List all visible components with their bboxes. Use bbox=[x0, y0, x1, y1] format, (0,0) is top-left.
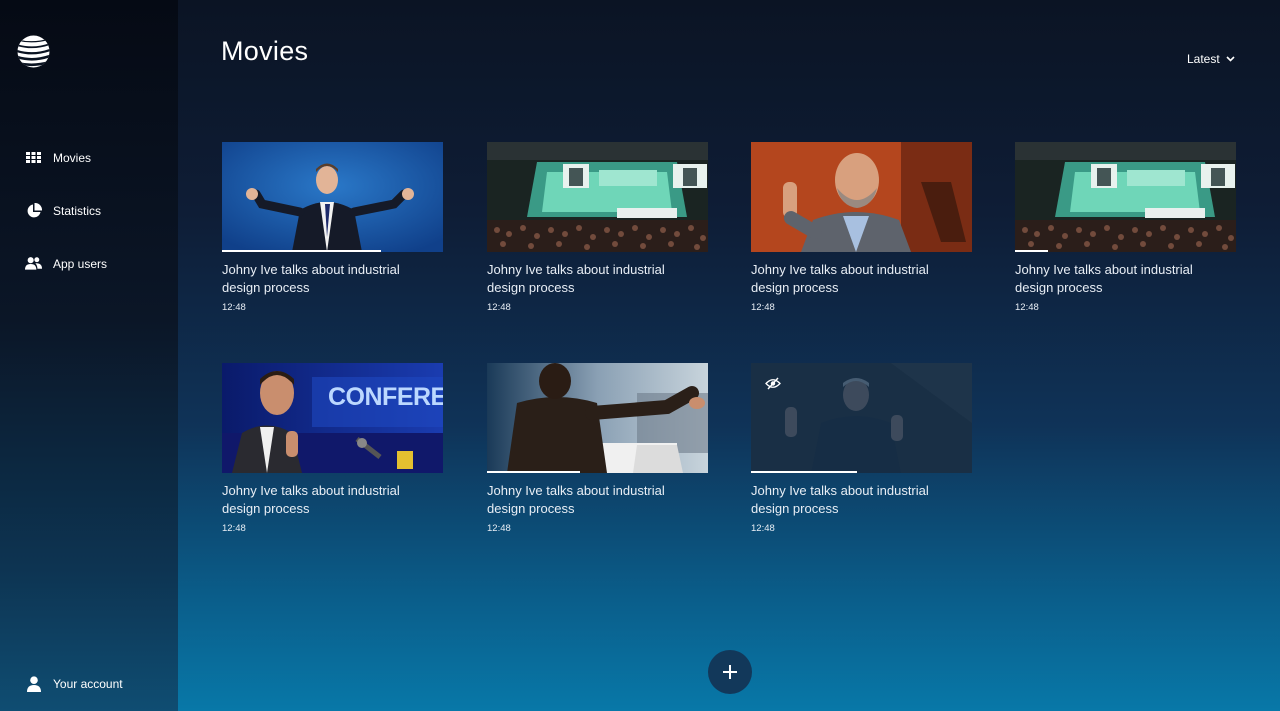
movie-duration: 12:48 bbox=[222, 523, 246, 534]
movie-title[interactable]: Johny Ive talks about industrial design … bbox=[751, 482, 956, 518]
sidebar-item-label: Statistics bbox=[53, 203, 102, 218]
movie-title[interactable]: Johny Ive talks about industrial design … bbox=[487, 261, 692, 297]
user-icon bbox=[25, 675, 42, 692]
page-title: Movies bbox=[221, 36, 309, 66]
sidebar-item-app-users[interactable]: App users bbox=[25, 255, 107, 272]
sort-label: Latest bbox=[1187, 52, 1220, 66]
your-account-link[interactable]: Your account bbox=[25, 675, 123, 692]
thumbnail-text-conference: CONFERENCE bbox=[328, 383, 443, 411]
add-movie-button[interactable] bbox=[708, 650, 752, 694]
movie-title[interactable]: Johny Ive talks about industrial design … bbox=[222, 482, 427, 518]
movie-thumbnail[interactable] bbox=[222, 142, 443, 252]
chevron-down-icon bbox=[1226, 56, 1235, 62]
watch-progress-bar bbox=[751, 471, 858, 473]
sidebar-item-label: Movies bbox=[53, 150, 92, 165]
movie-card[interactable]: Johny Ive talks about industrial design … bbox=[222, 142, 443, 313]
sidebar-item-statistics[interactable]: Statistics bbox=[25, 202, 101, 219]
movie-duration: 12:48 bbox=[487, 302, 511, 313]
movie-card[interactable]: Johny Ive talks about industrial design … bbox=[1015, 142, 1236, 313]
grid-icon bbox=[25, 149, 42, 166]
movie-thumbnail[interactable] bbox=[487, 142, 708, 252]
movie-title[interactable]: Johny Ive talks about industrial design … bbox=[487, 482, 692, 518]
movie-title[interactable]: Johny Ive talks about industrial design … bbox=[751, 261, 956, 297]
movie-thumbnail[interactable] bbox=[751, 363, 972, 473]
watch-progress-bar bbox=[487, 471, 580, 473]
eye-off-icon[interactable] bbox=[765, 377, 781, 390]
watch-progress-bar bbox=[222, 250, 382, 252]
movie-title[interactable]: Johny Ive talks about industrial design … bbox=[222, 261, 427, 297]
movie-card[interactable]: Johny Ive talks about industrial design … bbox=[487, 363, 708, 534]
sidebar-item-label: App users bbox=[53, 256, 108, 271]
movie-duration: 12:48 bbox=[751, 523, 775, 534]
sort-dropdown[interactable]: Latest bbox=[1187, 52, 1235, 66]
movie-duration: 12:48 bbox=[1015, 302, 1039, 313]
movie-card-hidden[interactable]: Johny Ive talks about industrial design … bbox=[751, 363, 972, 534]
movie-thumbnail[interactable] bbox=[487, 363, 708, 473]
sidebar: Movies Statistics App users Your account bbox=[0, 0, 178, 711]
watch-progress-bar bbox=[1015, 250, 1049, 252]
plus-icon bbox=[723, 665, 737, 679]
movie-card[interactable]: Johny Ive talks about industrial design … bbox=[487, 142, 708, 313]
movie-card[interactable]: Johny Ive talks about industrial design … bbox=[751, 142, 972, 313]
hidden-overlay bbox=[751, 363, 972, 473]
main-content bbox=[178, 0, 1280, 711]
movie-duration: 12:48 bbox=[222, 302, 246, 313]
movie-title[interactable]: Johny Ive talks about industrial design … bbox=[1015, 261, 1220, 297]
movie-thumbnail[interactable]: CONFERENCE bbox=[222, 363, 443, 473]
sidebar-item-movies[interactable]: Movies bbox=[25, 149, 91, 166]
movie-thumbnail[interactable] bbox=[1015, 142, 1236, 252]
movie-duration: 12:48 bbox=[751, 302, 775, 313]
movie-duration: 12:48 bbox=[487, 523, 511, 534]
pie-chart-icon bbox=[25, 202, 42, 219]
movie-thumbnail[interactable] bbox=[751, 142, 972, 252]
users-icon bbox=[25, 255, 42, 272]
att-globe-logo[interactable] bbox=[17, 35, 50, 68]
account-label: Your account bbox=[53, 676, 123, 691]
movie-card[interactable]: CONFERENCE Johny Ive talks about industr… bbox=[222, 363, 443, 534]
